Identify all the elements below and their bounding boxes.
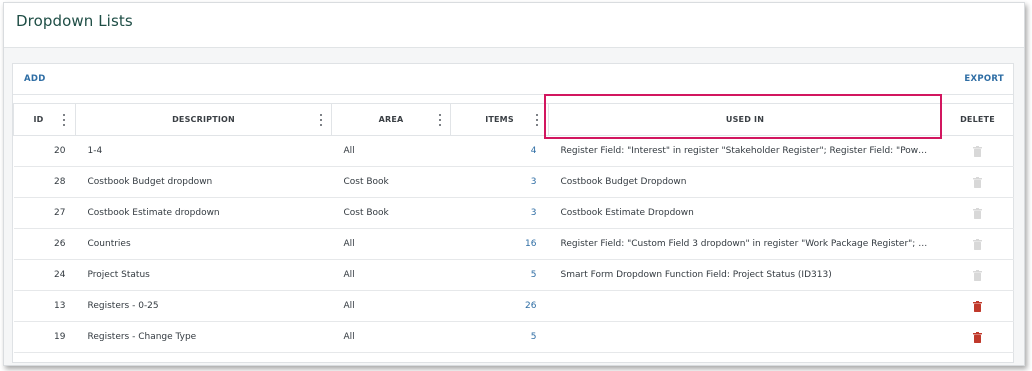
trash-icon	[973, 207, 982, 219]
id-cell: 24	[13, 259, 76, 291]
area-cell: All	[331, 290, 451, 322]
column-header-id[interactable]: ID	[13, 103, 76, 136]
items-link[interactable]: 16	[450, 228, 549, 260]
delete-cell	[941, 321, 1014, 353]
add-button[interactable]: ADD	[24, 74, 46, 84]
used-in-cell: Smart Form Dropdown Function Field: Proj…	[548, 259, 942, 291]
table-row[interactable]: 13 Registers - 0-25 All 26	[13, 290, 1014, 322]
trash-icon	[973, 269, 982, 281]
kebab-menu-icon[interactable]	[536, 114, 539, 126]
column-header-delete: DELETE	[941, 103, 1014, 136]
column-header-label: ITEMS	[485, 115, 514, 124]
table-header-row: ID DESCRIPTION AREA ITEMS USED IN DELETE	[13, 103, 1014, 136]
page-title: Dropdown Lists	[16, 12, 133, 30]
delete-cell	[941, 228, 1014, 260]
delete-cell	[941, 197, 1014, 229]
kebab-menu-icon[interactable]	[439, 114, 442, 126]
description-cell: Registers - 0-25	[75, 290, 332, 322]
items-link[interactable]: 3	[450, 197, 549, 229]
id-cell: 27	[13, 197, 76, 229]
table-row[interactable]: 24 Project Status All 5 Smart Form Dropdown …	[13, 259, 1014, 291]
description-cell: Countries	[75, 228, 332, 260]
id-cell: 19	[13, 321, 76, 353]
id-cell: 20	[13, 135, 76, 167]
used-in-cell: Register Field: "Custom Field 3 dropdown…	[548, 228, 942, 260]
delete-cell	[941, 135, 1014, 167]
delete-cell	[941, 166, 1014, 198]
id-cell: 13	[13, 290, 76, 322]
column-header-label: DELETE	[960, 115, 995, 124]
used-in-cell	[548, 321, 942, 353]
app-window: Dropdown Lists ADD EXPORT ID DESCRIPTION…	[3, 2, 1025, 366]
column-header-items[interactable]: ITEMS	[450, 103, 549, 136]
area-cell: All	[331, 135, 451, 167]
area-cell: All	[331, 321, 451, 353]
export-button[interactable]: EXPORT	[964, 74, 1004, 84]
description-cell: Registers - Change Type	[75, 321, 332, 353]
column-header-used-in[interactable]: USED IN	[548, 103, 942, 136]
description-cell: 1-4	[75, 135, 332, 167]
items-link[interactable]: 5	[450, 259, 549, 291]
area-cell: Cost Book	[331, 166, 451, 198]
column-header-label: ID	[33, 115, 44, 124]
column-header-label: DESCRIPTION	[172, 115, 235, 124]
table-row[interactable]: 28 Costbook Budget dropdown Cost Book 3 Cost…	[13, 166, 1014, 198]
items-link[interactable]: 5	[450, 321, 549, 353]
used-in-cell	[548, 290, 942, 322]
delete-cell	[941, 259, 1014, 291]
column-header-description[interactable]: DESCRIPTION	[75, 103, 332, 136]
items-link[interactable]: 4	[450, 135, 549, 167]
area-cell: All	[331, 228, 451, 260]
description-cell: Costbook Estimate dropdown	[75, 197, 332, 229]
kebab-menu-icon[interactable]	[63, 114, 66, 126]
delete-cell	[941, 290, 1014, 322]
description-cell: Costbook Budget dropdown	[75, 166, 332, 198]
dropdown-lists-table: ID DESCRIPTION AREA ITEMS USED IN DELETE…	[13, 103, 1014, 353]
id-cell: 26	[13, 228, 76, 260]
table-row[interactable]: 19 Registers - Change Type All 5	[13, 321, 1014, 353]
title-bar: Dropdown Lists	[4, 3, 1024, 48]
dropdown-lists-panel: ADD EXPORT ID DESCRIPTION AREA ITEMS USE…	[12, 63, 1014, 363]
toolbar: ADD EXPORT	[13, 64, 1013, 95]
used-in-cell: Costbook Budget Dropdown	[548, 166, 942, 198]
trash-icon	[973, 145, 982, 157]
used-in-cell: Costbook Estimate Dropdown	[548, 197, 942, 229]
used-in-cell: Register Field: "Interest" in register "…	[548, 135, 942, 167]
area-cell: Cost Book	[331, 197, 451, 229]
table-row[interactable]: 20 1-4 All 4 Register Field: "Interest" in r…	[13, 135, 1014, 167]
column-header-label: AREA	[378, 115, 404, 124]
description-cell: Project Status	[75, 259, 332, 291]
trash-icon[interactable]	[973, 331, 982, 343]
table-row[interactable]: 27 Costbook Estimate dropdown Cost Book 3 Co…	[13, 197, 1014, 229]
area-cell: All	[331, 259, 451, 291]
column-header-label: USED IN	[725, 115, 765, 124]
column-header-area[interactable]: AREA	[331, 103, 451, 136]
trash-icon	[973, 176, 982, 188]
items-link[interactable]: 3	[450, 166, 549, 198]
id-cell: 28	[13, 166, 76, 198]
kebab-menu-icon[interactable]	[320, 114, 323, 126]
items-link[interactable]: 26	[450, 290, 549, 322]
trash-icon[interactable]	[973, 300, 982, 312]
trash-icon	[973, 238, 982, 250]
table-row[interactable]: 26 Countries All 16 Register Field: "Custom …	[13, 228, 1014, 260]
